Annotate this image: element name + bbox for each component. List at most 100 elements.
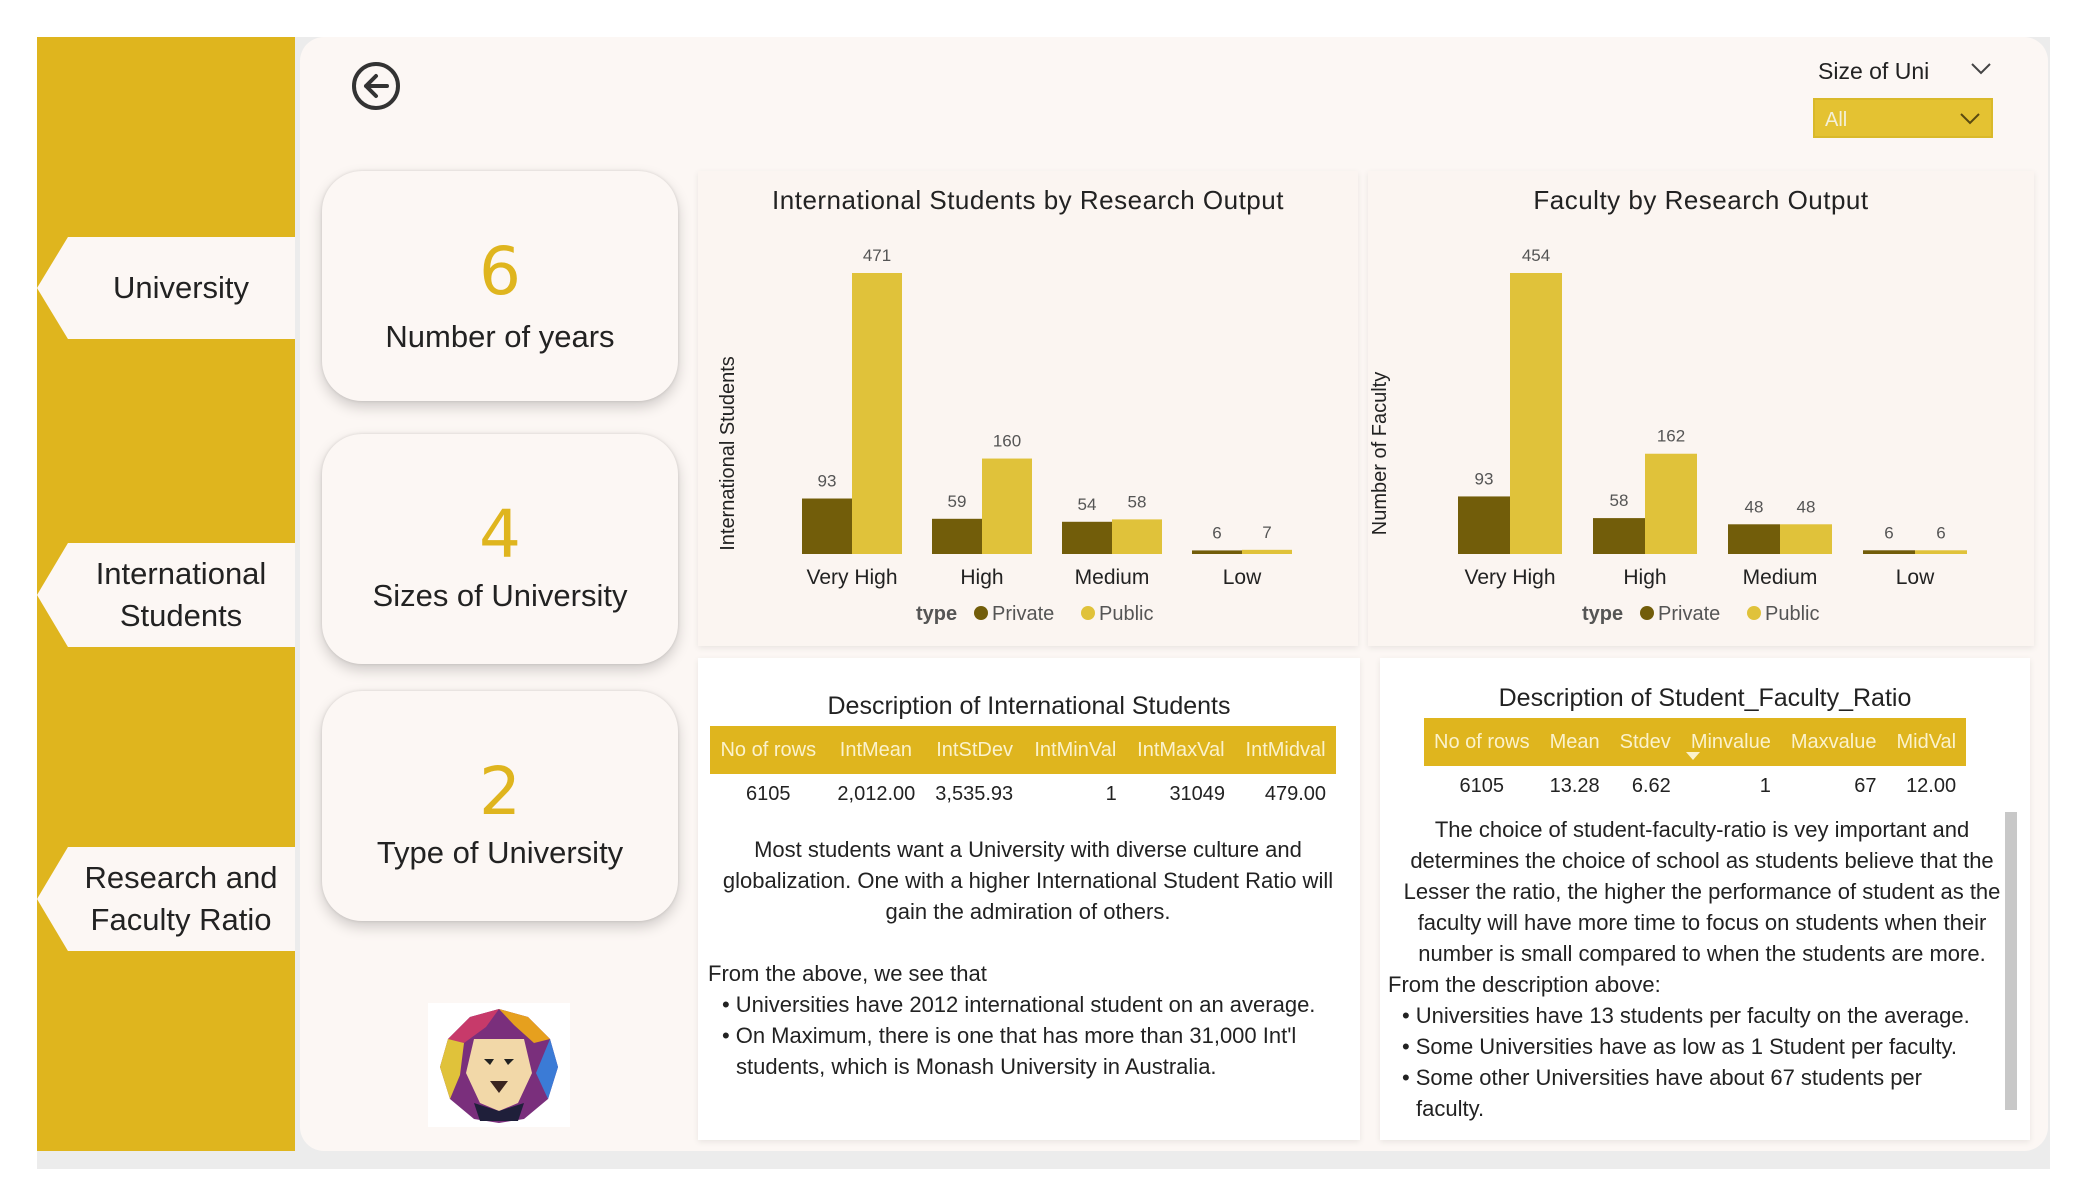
kpi-card-years: 6 Number of years [322,171,678,401]
x-tick-label: Very High [806,566,897,589]
data-label: 48 [1745,497,1764,516]
column-header[interactable]: Mean [1539,718,1610,766]
legend-label: Private [992,603,1054,625]
description-text: The choice of student-faculty-ratio is v… [1388,814,2016,1124]
bar-private[interactable] [1728,524,1780,554]
legend-label: Public [1099,603,1153,625]
kpi-label: Number of years [385,319,615,354]
nav-international-students-label: International Students [95,556,267,633]
bar-private[interactable] [1863,550,1915,554]
description-lead: From the above, we see that [708,961,987,986]
table-cell: 13.28 [1549,774,1600,797]
column-header[interactable]: IntMidval [1235,726,1336,774]
bar-public[interactable] [1780,524,1832,554]
list-item: Some Universities have as low as 1 Stude… [1388,1031,2016,1062]
slicer-title: Size of Uni [1818,58,1930,84]
table-cell: 6105 [746,782,791,805]
bar-public[interactable] [852,273,902,554]
nav-international-students[interactable]: International Students [37,543,295,647]
bar-private[interactable] [1062,521,1112,554]
data-label: 454 [1522,246,1550,265]
desc-panel-faculty-ratio: Description of Student_Faculty_Ratio No … [1380,658,2030,1140]
stats-table-faculty-ratio: No of rows Mean Stdev Minvalue Maxvalue … [1424,718,1967,806]
data-label: 59 [948,492,967,511]
size-of-uni-dropdown[interactable]: All [1813,98,1993,138]
kpi-label: Sizes of University [372,578,628,613]
description-list: Universities have 13 students per facult… [1388,1000,2016,1124]
back-button[interactable] [352,62,400,110]
international-students-chart: International Students 93 471 Very High 59 16… [717,246,1292,625]
data-label: 6 [1212,523,1221,542]
stats-table-international: No of rows IntMean IntStDev IntMinVal In… [710,726,1336,814]
table-row: 6105 2,012.00 3,535.93 1 31049 479.00 [710,774,1336,814]
table-cell: 6105 [1459,774,1505,797]
table-cell: 1 [1105,782,1117,805]
legend-marker-private [974,606,988,620]
bar-public[interactable] [1510,273,1562,554]
bar-private[interactable] [932,518,982,554]
data-label: 58 [1128,492,1147,511]
description-list: Universities have 2012 international stu… [708,989,1348,1082]
kpi-value: 2 [479,753,521,830]
chevron-down-icon [1960,113,1980,125]
description-intro: Most students want a University with div… [722,837,1334,924]
legend-label: Private [1658,603,1720,625]
list-item: Universities have 13 students per facult… [1388,1000,2016,1031]
column-header[interactable]: IntMean [826,726,926,774]
description-text: Most students want a University with div… [708,834,1348,1082]
data-label: 7 [1262,523,1271,542]
legend-title: type [916,603,957,625]
table-header-row: No of rows IntMean IntStDev IntMinVal In… [710,726,1336,774]
column-header[interactable]: No of rows [1424,718,1540,766]
table-cell: 12.00 [1906,774,1957,797]
column-header[interactable]: IntMinVal [1023,726,1127,774]
legend-marker-public [1747,606,1761,620]
bar-public[interactable] [1112,519,1162,554]
bar-private[interactable] [1593,518,1645,554]
data-label: 58 [1610,491,1629,510]
column-header[interactable]: Maxvalue [1780,718,1887,766]
column-header[interactable]: IntMaxVal [1126,726,1236,774]
arrow-left-circle-icon [364,74,389,98]
x-tick-label: Medium [1743,566,1818,589]
table-cell: 31049 [1169,782,1226,805]
data-label: 471 [863,246,891,265]
nav-university[interactable]: University [37,237,295,339]
bar-private[interactable] [802,498,852,554]
bar-private[interactable] [1458,496,1510,554]
bar-public[interactable] [1242,549,1292,554]
bar-public[interactable] [1645,453,1697,554]
scrollbar[interactable] [2005,812,2017,1110]
chevron-down-icon[interactable] [1970,62,1992,76]
table-cell: 2,012.00 [837,782,916,805]
legend-label: Public [1765,603,1819,625]
legend-marker-private [1640,606,1654,620]
kpi-card-types: 2 Type of University [322,691,678,921]
column-header[interactable]: No of rows [710,726,827,774]
bar-public[interactable] [982,458,1032,554]
lion-logo-image [440,1009,558,1123]
column-header[interactable]: Stdev [1609,718,1681,766]
table-cell: 6.62 [1631,774,1671,797]
legend-marker-public [1081,606,1095,620]
kpi-value: 4 [479,496,521,573]
y-axis-label: Number of Faculty [1369,372,1391,535]
chart-panel-faculty: Faculty by Research Output Number of Fac… [1368,171,2034,646]
data-label: 93 [818,472,837,491]
legend-title: type [1582,603,1623,625]
list-item: On Maximum, there is one that has more t… [708,1020,1348,1082]
y-axis-label: International Students [717,356,739,551]
nav-research-faculty-ratio[interactable]: Research and Faculty Ratio [37,847,295,951]
x-tick-label: Low [1896,566,1935,589]
column-header[interactable]: IntStDev [925,726,1024,774]
data-label: 6 [1936,523,1945,542]
bar-private[interactable] [1192,550,1242,554]
sort-descending-icon[interactable] [1686,752,1700,760]
faculty-chart: Number of Faculty 93 454 Very High 58 162 High… [1369,246,1967,625]
bar-public[interactable] [1915,550,1967,554]
x-tick-label: Low [1223,566,1262,589]
data-label: 162 [1657,427,1685,446]
column-header[interactable]: MidVal [1886,718,1967,766]
nav-research-faculty-ratio-label: Research and Faculty Ratio [84,860,278,937]
x-tick-label: High [960,566,1003,589]
